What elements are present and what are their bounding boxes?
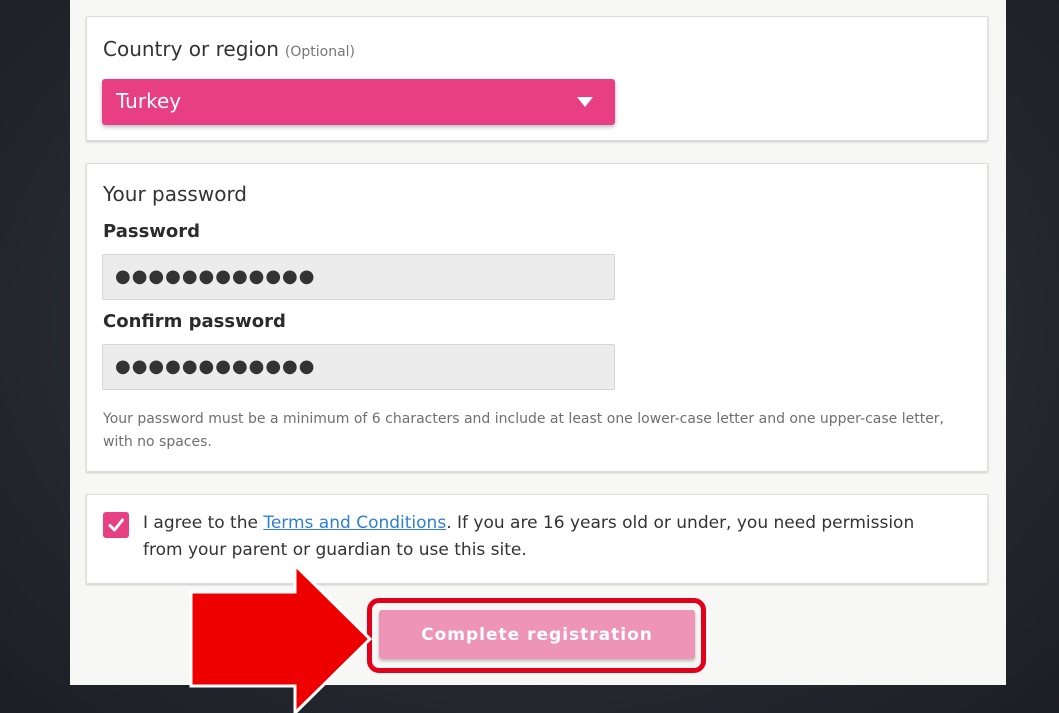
arrow-right-icon <box>189 561 373 713</box>
